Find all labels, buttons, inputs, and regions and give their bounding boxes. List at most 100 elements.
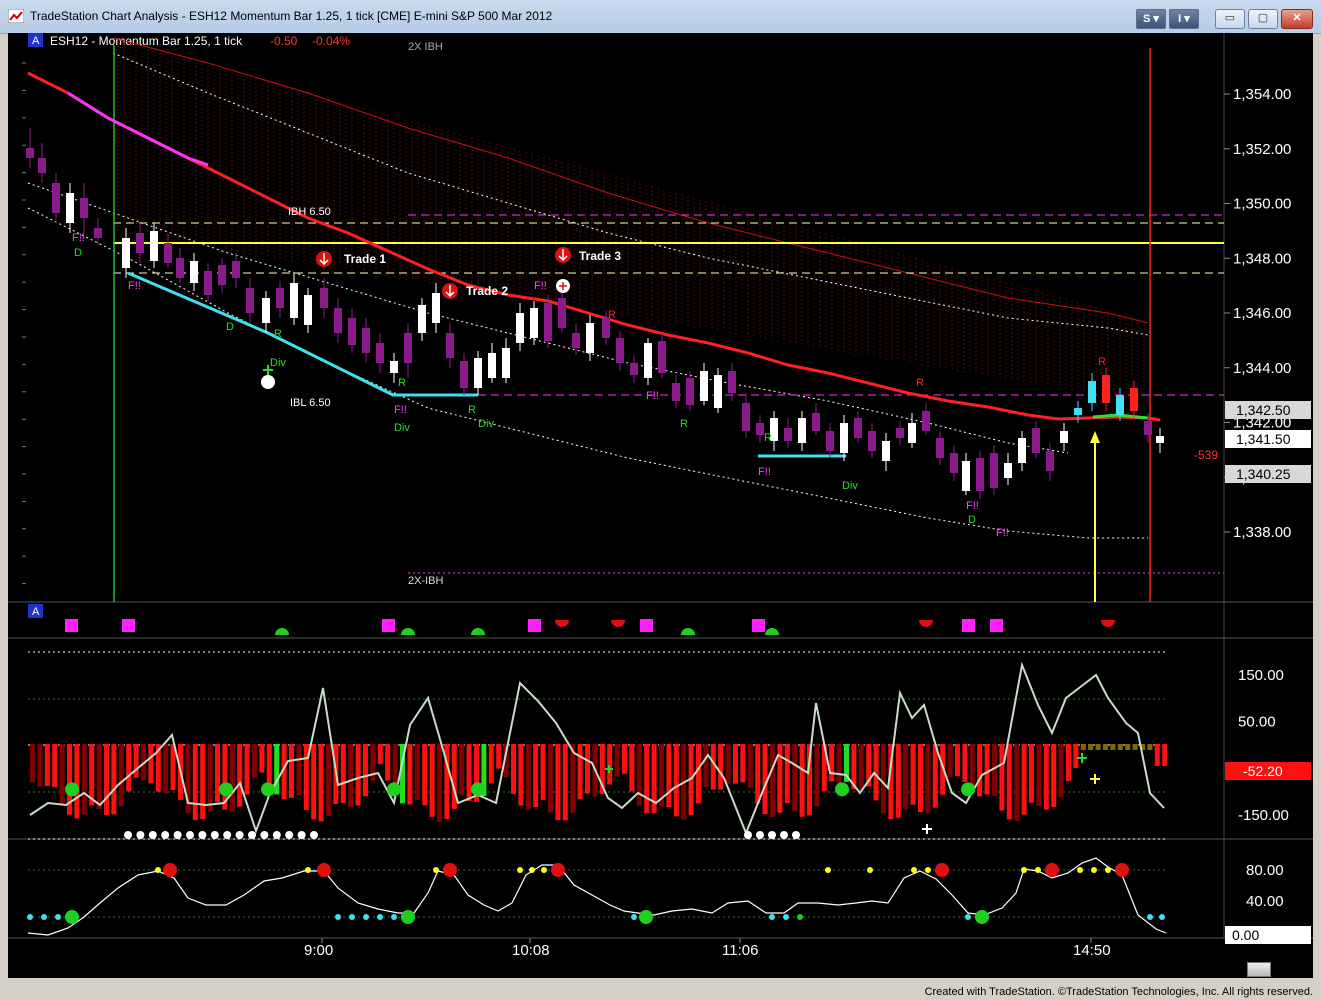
stoch-dot [639,910,653,924]
histogram-bar [977,744,983,797]
ibh-label: IBH 6.50 [288,206,331,218]
candle-body [390,361,398,373]
histogram-bar [215,744,220,803]
histogram-bar [1103,744,1108,750]
candle-body [232,261,240,278]
histogram-bar [200,744,206,820]
trade-3-marker[interactable]: Trade 3 [555,247,621,263]
histogram-bar [318,744,324,822]
histogram-bar [1110,744,1116,750]
candle-body [516,313,524,343]
horizontal-scrollbar[interactable] [8,960,1313,978]
histogram-bar [770,744,775,818]
candle-body [630,363,638,375]
magenta-square-marker [752,619,765,632]
stoch-dot [1105,867,1111,873]
histogram-bar [533,744,539,808]
stoch-dot [911,867,917,873]
white-dot [272,831,281,839]
window-title: TradeStation Chart Analysis - ESH12 Mome… [30,9,553,23]
histogram-bar [407,744,413,805]
price-tick-label: 1,346.00 [1233,305,1291,322]
histogram-bar [718,744,724,790]
histogram-bar [829,744,835,782]
candle-body [52,183,60,213]
s-menu-button[interactable]: S ▾ [1136,9,1166,29]
histogram-bar [725,744,731,784]
histogram-bar [644,744,650,813]
candle-body [1060,431,1068,443]
histogram-bar [755,744,761,804]
candle-body [742,403,750,431]
histogram-bar [1125,744,1131,750]
stoch-dot [1021,867,1027,873]
scrollbar-thumb[interactable] [1247,962,1271,977]
price-tick-label: 1,354.00 [1233,86,1291,103]
histogram-bar [363,744,368,797]
candle-body [602,318,610,338]
candle-body [812,413,820,431]
change-points: -0.50 [270,34,298,48]
histogram-bar [696,744,701,804]
histogram-bar [348,744,354,808]
minimize-button[interactable]: ▭ [1215,9,1245,29]
candle-body [362,328,370,353]
histogram-bar [59,744,65,804]
price-tick-label: 1,350.00 [1233,196,1291,213]
right-side-value: -539 [1194,448,1218,462]
price-tick-label: 1,338.00 [1233,524,1291,541]
candle-body [1130,388,1138,411]
stoch-dot [377,914,383,920]
candle-body [854,418,862,438]
candle-body [658,341,666,373]
signal-label: F!! [534,280,547,292]
white-dot [136,831,145,839]
stoch-dot [783,914,789,920]
signal-label: R [274,328,282,340]
candle-body [686,378,694,405]
candle-body [798,418,806,443]
histogram-bar [673,744,679,817]
histogram-bar [437,744,442,822]
candle-body [290,283,298,318]
histogram-bar [296,744,302,796]
time-tick-label: 11:06 [722,942,758,959]
white-dot [768,831,776,839]
white-dot [310,831,318,839]
stoch-dot [965,914,971,920]
signal-label: Div [842,480,858,492]
stoch-dot [391,914,397,920]
stoch-dot [551,863,565,877]
maximize-button[interactable]: ▢ [1248,9,1278,29]
stoch-dot [27,914,33,920]
white-dot [248,831,256,839]
chart-canvas[interactable]: A A ESH12 - Momentum Bar 1.25, 1 tick -0… [8,33,1313,960]
trade-1-label: Trade 1 [344,252,386,266]
pane-marker-main-label: A [32,35,40,47]
green-dot [65,782,79,797]
i-menu-button[interactable]: I ▾ [1169,9,1199,29]
histogram-bar [133,744,139,778]
candle-body [1032,428,1040,453]
close-button[interactable]: ✕ [1281,9,1313,29]
stoch-dot [1035,867,1041,873]
histogram-bar [244,744,250,795]
histogram-bar [148,744,154,784]
candle-body [1004,463,1012,478]
stoch-dot [363,914,369,920]
candle-body [432,293,440,323]
trade-2-marker[interactable]: Trade 2 [442,283,508,299]
histogram-bar [163,744,169,794]
histogram-bar [955,744,960,777]
histogram-bar [1088,744,1094,750]
histogram-bar [1154,744,1160,766]
signal-label: D [968,514,976,526]
histogram-bar [733,744,738,784]
stoch-dot [443,863,457,877]
histogram-bar [614,744,620,777]
candle-body [262,298,270,323]
signal-label: D [74,247,82,259]
white-dot [124,831,132,839]
trade-1-marker[interactable]: Trade 1 [316,251,386,267]
candle-body [26,148,34,158]
